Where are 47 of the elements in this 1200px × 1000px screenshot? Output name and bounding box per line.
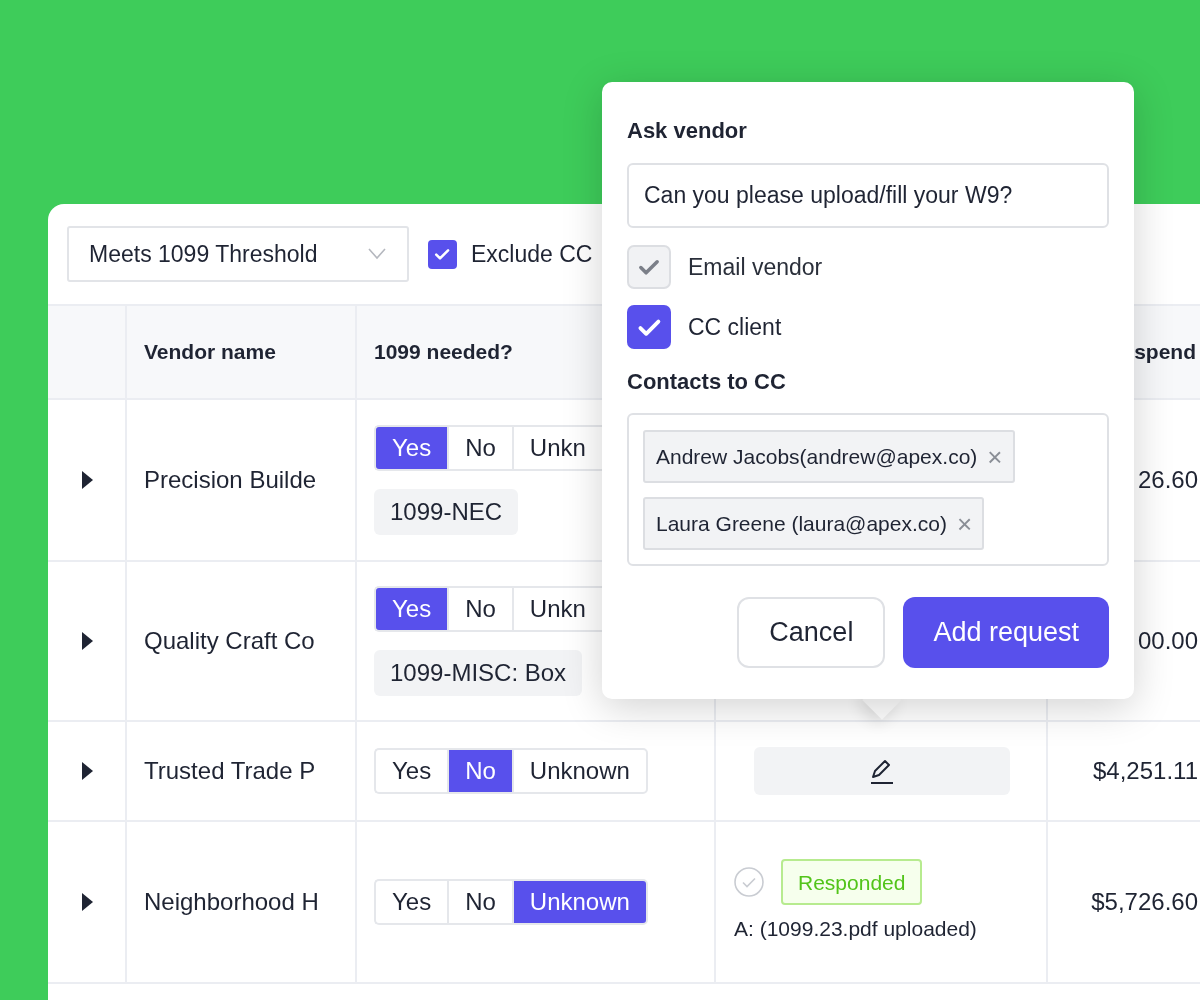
spend-amount: $5,726.60 bbox=[1091, 887, 1198, 917]
pencil-icon bbox=[868, 757, 896, 785]
column-header: Vendor name bbox=[144, 339, 276, 366]
segment-button[interactable]: Unknown bbox=[511, 879, 648, 925]
segment-button[interactable]: Unknown bbox=[511, 748, 648, 794]
segment-button[interactable]: Yes bbox=[374, 586, 448, 632]
segment-button[interactable]: Yes bbox=[374, 879, 448, 925]
add-request-button[interactable]: Add request bbox=[903, 597, 1109, 668]
checkbox-label: Exclude CC bbox=[471, 239, 593, 269]
column-header: spend bbox=[1134, 339, 1196, 366]
expand-icon[interactable] bbox=[79, 892, 94, 912]
form-tag: 1099-MISC: Box bbox=[374, 650, 583, 696]
segment-button[interactable]: Unkn bbox=[511, 586, 602, 632]
column-header: 1099 needed? bbox=[374, 339, 513, 366]
segment-button[interactable]: Yes bbox=[374, 748, 448, 794]
checkbox[interactable] bbox=[428, 239, 457, 269]
checkbox-label: Email vendor bbox=[688, 252, 823, 282]
caret-icon bbox=[367, 248, 387, 260]
checkbox-label: CC client bbox=[688, 312, 782, 342]
segment-button[interactable]: Unkn bbox=[511, 425, 602, 471]
segment-button[interactable]: No bbox=[447, 879, 512, 925]
expand-icon[interactable] bbox=[79, 761, 94, 781]
checkbox[interactable] bbox=[627, 305, 671, 349]
segment-button[interactable]: No bbox=[447, 425, 512, 471]
vendor-name: Quality Craft Co bbox=[144, 626, 315, 656]
form-tag: 1099-NEC bbox=[374, 489, 519, 535]
segment-button[interactable]: No bbox=[447, 586, 512, 632]
vendor-name: Trusted Trade P bbox=[144, 756, 316, 786]
segment-button[interactable]: Yes bbox=[374, 425, 448, 471]
status-badge: Responded bbox=[781, 859, 923, 906]
segment-button[interactable]: No bbox=[447, 748, 512, 794]
check-circle-icon bbox=[734, 867, 764, 898]
vendor-name: Neighborhood H bbox=[144, 887, 319, 917]
spend-amount: 00.00 bbox=[1137, 626, 1198, 656]
message-field[interactable]: Can you please upload/fill your W9? bbox=[627, 163, 1109, 228]
contact-name: Laura Greene (laura@apex.co) bbox=[656, 510, 947, 537]
contact-name: Andrew Jacobs(andrew@apex.co) bbox=[656, 443, 978, 470]
section-label: Contacts to CC bbox=[627, 368, 786, 396]
expand-icon[interactable] bbox=[79, 470, 94, 490]
vendor-name: Precision Builde bbox=[144, 465, 317, 495]
answer-text: A: (1099.23.pdf uploaded) bbox=[734, 916, 978, 943]
spend-amount: $4,251.11 bbox=[1093, 756, 1198, 786]
popover-title: Ask vendor bbox=[627, 117, 747, 145]
expand-icon[interactable] bbox=[79, 631, 94, 651]
cancel-button[interactable]: Cancel bbox=[737, 597, 886, 668]
spend-amount: 26.60 bbox=[1137, 465, 1198, 495]
filter-dropdown[interactable]: Meets 1099 Threshold bbox=[67, 226, 409, 282]
